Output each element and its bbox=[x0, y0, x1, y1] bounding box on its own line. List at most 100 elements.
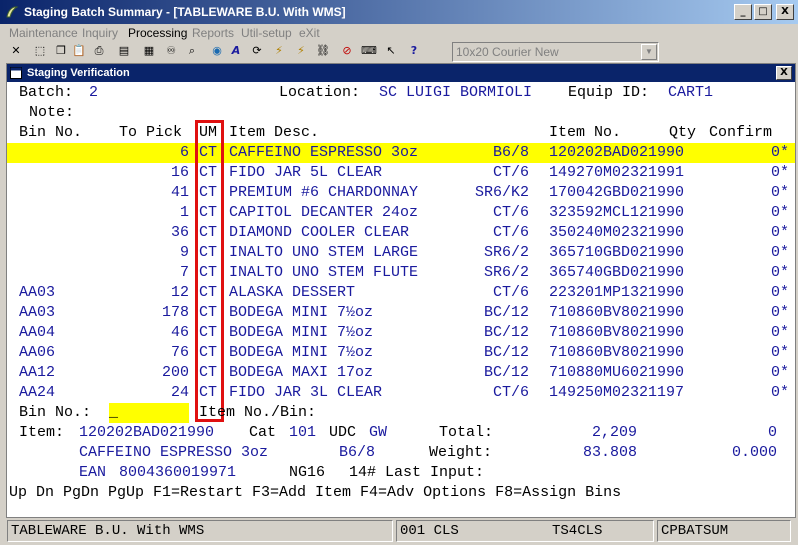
font-selector-value: 10x20 Courier New bbox=[456, 45, 559, 59]
font-selector[interactable]: 10x20 Courier New ▼ bbox=[452, 42, 659, 62]
location-value: SC LUIGI BORMIOLI bbox=[379, 84, 533, 101]
table-row[interactable]: AA03 178 CT BODEGA MINI 7½oz BC/12 710860BV80… bbox=[7, 303, 795, 323]
bin-entry-value: _ bbox=[109, 404, 119, 421]
equip-label: Equip ID: bbox=[568, 84, 650, 101]
maximize-button[interactable]: □ bbox=[754, 4, 772, 20]
table-row[interactable]: 36 CT DIAMOND COOLER CLEAR CT/6 350240M02321… bbox=[7, 223, 795, 243]
menu-reports[interactable]: Reports bbox=[192, 26, 234, 40]
row-to-pick: 178 bbox=[161, 304, 189, 321]
row-item-no: 149250M02321197 bbox=[549, 384, 685, 401]
help-pointer-icon[interactable]: ↖ bbox=[384, 44, 398, 58]
staging-verification-window: Staging Verification X Batch: 2 Location… bbox=[6, 63, 796, 518]
row-pack: B6/8 bbox=[492, 144, 529, 161]
udc-value: GW bbox=[369, 424, 388, 441]
status-company-panel: TABLEWARE B.U. With WMS bbox=[7, 520, 393, 542]
row-pack: BC/12 bbox=[483, 344, 529, 361]
row-item-no: 710860BV8021990 bbox=[549, 344, 685, 361]
row-bin: AA03 bbox=[19, 284, 56, 301]
table-row[interactable]: AA06 76 CT BODEGA MINI 7½oz BC/12 710860BV802… bbox=[7, 343, 795, 363]
link-icon[interactable]: ⛓ bbox=[316, 44, 330, 58]
um-column-highlight bbox=[195, 120, 224, 422]
stop-icon[interactable]: ⊘ bbox=[340, 44, 354, 58]
row-confirm: 0* bbox=[770, 324, 789, 341]
table-row[interactable]: AA12 200 CT BODEGA MAXI 17oz BC/12 710880MU60… bbox=[7, 363, 795, 383]
row-desc: BODEGA MINI 7½oz bbox=[229, 344, 374, 361]
weight-label: Weight: bbox=[429, 444, 493, 461]
last-input-label: 14# Last Input: bbox=[349, 464, 485, 481]
row-item-no: 223201MP1321990 bbox=[549, 284, 685, 301]
calculator-icon[interactable]: ▦ bbox=[142, 44, 156, 58]
window-title: Staging Batch Summary - [TABLEWARE B.U. … bbox=[24, 5, 346, 19]
status-program: CPBATSUM bbox=[661, 523, 729, 539]
close-button[interactable]: X bbox=[776, 4, 794, 20]
row-pack: BC/12 bbox=[483, 304, 529, 321]
row-desc: CAPITOL DECANTER 24oz bbox=[229, 204, 419, 221]
menu-processing[interactable]: Processing bbox=[128, 26, 187, 40]
row-item-no: 710860BV8021990 bbox=[549, 324, 685, 341]
row-pack: SR6/K2 bbox=[474, 184, 529, 201]
row-bin: AA12 bbox=[19, 364, 56, 381]
paste-icon[interactable]: 📋 bbox=[72, 44, 86, 58]
main-title-bar: Staging Batch Summary - [TABLEWARE B.U. … bbox=[0, 0, 798, 24]
row-to-pick: 41 bbox=[170, 184, 189, 201]
row-pack: CT/6 bbox=[492, 284, 529, 301]
row-pack: BC/12 bbox=[483, 324, 529, 341]
function-keys-line: Up Dn PgDn PgUp F1=Restart F3=Add Item F… bbox=[9, 484, 622, 501]
row-confirm: 0* bbox=[770, 264, 789, 281]
minimize-button[interactable]: _ bbox=[734, 4, 752, 20]
search-icon[interactable]: ⌕ bbox=[185, 44, 199, 58]
row-desc: BODEGA MAXI 17oz bbox=[229, 364, 374, 381]
row-to-pick: 24 bbox=[170, 384, 189, 401]
table-row[interactable]: 7 CT INALTO UNO STEM FLUTE SR6/2 365740GBD02… bbox=[7, 263, 795, 283]
print-icon[interactable]: ⎙ bbox=[92, 44, 106, 58]
row-item-no: 365740GBD021990 bbox=[549, 264, 685, 281]
weight-right-value: 0.000 bbox=[731, 444, 777, 461]
table-row[interactable]: AA03 12 CT ALASKA DESSERT CT/6 223201MP132199… bbox=[7, 283, 795, 303]
keyboard-icon[interactable]: ⌨ bbox=[361, 44, 377, 58]
lightning-icon[interactable]: ⚡ bbox=[272, 44, 286, 58]
row-to-pick: 36 bbox=[170, 224, 189, 241]
row-to-pick: 6 bbox=[179, 144, 189, 161]
globe-icon[interactable]: ◉ bbox=[210, 44, 224, 58]
table-row[interactable]: AA04 46 CT BODEGA MINI 7½oz BC/12 710860BV802… bbox=[7, 323, 795, 343]
total-value: 2,209 bbox=[591, 424, 637, 441]
row-bin: AA24 bbox=[19, 384, 56, 401]
row-bin: AA03 bbox=[19, 304, 56, 321]
row-confirm: 0* bbox=[770, 164, 789, 181]
menu-util-setup[interactable]: Util-setup bbox=[241, 26, 292, 40]
lightning-doc-icon[interactable]: ⚡ bbox=[294, 44, 308, 58]
copy-icon[interactable]: ❐ bbox=[54, 44, 68, 58]
table-row[interactable]: 9 CT INALTO UNO STEM LARGE SR6/2 365710GBD02… bbox=[7, 243, 795, 263]
child-close-button[interactable]: X bbox=[776, 66, 792, 80]
table-row[interactable]: 16 CT FIDO JAR 5L CLEAR CT/6 149270M02321991… bbox=[7, 163, 795, 183]
refresh-icon[interactable]: ⟳ bbox=[250, 44, 264, 58]
binoculars-icon[interactable]: ♾ bbox=[164, 44, 178, 58]
ng-value: NG16 bbox=[289, 464, 326, 481]
font-icon[interactable]: A bbox=[229, 44, 243, 58]
bin-entry-field[interactable]: _ bbox=[109, 403, 189, 423]
notepad-icon[interactable]: ▤ bbox=[117, 44, 131, 58]
menu-maintenance[interactable]: Maintenance bbox=[9, 26, 78, 40]
row-desc: INALTO UNO STEM FLUTE bbox=[229, 264, 419, 281]
row-confirm: 0* bbox=[770, 344, 789, 361]
menu-exit[interactable]: eXit bbox=[299, 26, 320, 40]
col-bin-no: Bin No. bbox=[19, 124, 83, 141]
row-to-pick: 200 bbox=[161, 364, 189, 381]
row-pack: BC/12 bbox=[483, 364, 529, 381]
table-row[interactable]: AA24 24 CT FIDO JAR 3L CLEAR CT/6 149250M0232… bbox=[7, 383, 795, 403]
table-row[interactable]: 6 CT CAFFEINO ESPRESSO 3oz B6/8 120202BAD021… bbox=[7, 143, 795, 163]
row-to-pick: 76 bbox=[170, 344, 189, 361]
help-icon[interactable]: ? bbox=[407, 44, 421, 58]
close-x-icon[interactable]: ✕ bbox=[9, 44, 23, 58]
table-row[interactable]: 1 CT CAPITOL DECANTER 24oz CT/6 323592MCL121… bbox=[7, 203, 795, 223]
toolbar: ✕ ⬚ ❐ 📋 ⎙ ▤ ▦ ♾ ⌕ ◉ A ⟳ ⚡ ⚡ ⛓ ⊘ ⌨ ↖ ? bbox=[0, 42, 798, 62]
menu-inquiry[interactable]: Inquiry bbox=[82, 26, 118, 40]
select-icon[interactable]: ⬚ bbox=[33, 44, 47, 58]
total-label: Total: bbox=[439, 424, 494, 441]
row-confirm: 0* bbox=[770, 204, 789, 221]
table-row[interactable]: 41 CT PREMIUM #6 CHARDONNAY SR6/K2 170042GBD… bbox=[7, 183, 795, 203]
item-no-value: 120202BAD021990 bbox=[79, 424, 215, 441]
chevron-down-icon[interactable]: ▼ bbox=[641, 44, 657, 60]
bin-entry-label: Bin No.: bbox=[19, 404, 92, 421]
status-program-panel: CPBATSUM bbox=[657, 520, 791, 542]
